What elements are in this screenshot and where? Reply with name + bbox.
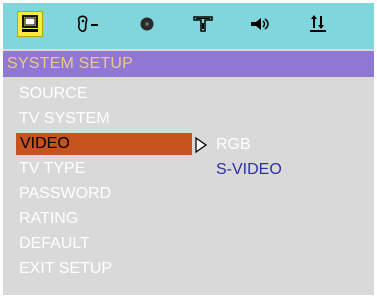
menu-item-rating[interactable]: RATING — [17, 208, 78, 230]
equalizer-icon — [310, 15, 326, 32]
menu-item-source[interactable]: SOURCE — [17, 83, 87, 105]
speaker-icon — [193, 16, 213, 32]
menu-item-tv-type[interactable]: TV TYPE — [17, 158, 85, 180]
page-title: SYSTEM SETUP — [7, 55, 133, 72]
arrow-right-icon — [195, 136, 208, 154]
option-s-video[interactable]: S-VIDEO — [216, 160, 282, 180]
audio-icon — [251, 18, 269, 30]
menu-item-password[interactable]: PASSWORD — [17, 183, 111, 205]
disc-icon — [140, 17, 154, 31]
setup-panel: SYSTEM SETUP SOURCE TV SYSTEM VIDEO TV T… — [3, 3, 374, 295]
option-rgb[interactable]: RGB — [216, 135, 251, 155]
menu-item-tv-system[interactable]: TV SYSTEM — [17, 108, 110, 130]
language-icon — [77, 15, 98, 32]
menu-item-exit-setup[interactable]: EXIT SETUP — [17, 258, 112, 280]
icon-tab-bar — [3, 3, 374, 49]
tab-audio-setup[interactable] — [248, 12, 272, 36]
tab-preference-setup[interactable] — [306, 12, 330, 36]
tab-speaker-setup[interactable] — [191, 12, 215, 36]
setup-osd: SYSTEM SETUP SOURCE TV SYSTEM VIDEO TV T… — [0, 0, 377, 298]
tab-system-setup[interactable] — [17, 11, 43, 37]
menu-title-bar: SYSTEM SETUP — [3, 51, 374, 77]
tab-disc-setup[interactable] — [135, 12, 159, 36]
menu-item-default[interactable]: DEFAULT — [17, 233, 90, 255]
monitor-icon — [22, 15, 38, 32]
tab-language-setup[interactable] — [76, 12, 100, 36]
menu-item-video[interactable]: VIDEO — [16, 133, 192, 155]
